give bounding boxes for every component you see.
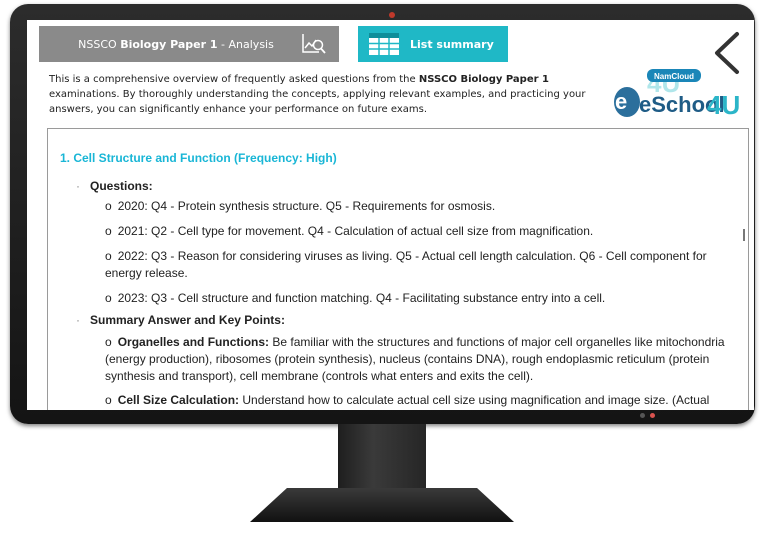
list-item: o 2021: Q2 - Cell type for movement. Q4 -… xyxy=(105,224,594,238)
eschool4u-logo: 4U e NamCloud eSchool 4U xyxy=(614,68,740,120)
section-heading: 1. Cell Structure and Function (Frequenc… xyxy=(60,151,337,165)
list-item: o 2022: Q3 - Reason for considering virus… xyxy=(105,249,707,280)
tab-list-summary[interactable]: List summary xyxy=(358,26,508,62)
list-item: o Organelles and Functions: Be familiar w… xyxy=(105,335,725,383)
tab-analysis-label: NSSCO Biology Paper 1 - Analysis xyxy=(78,37,274,51)
intro-text: This is a comprehensive overview of freq… xyxy=(49,74,586,115)
list-item: o 2023: Q3 - Cell structure and function … xyxy=(105,291,606,305)
summary-panel[interactable]: 1. Cell Structure and Function (Frequenc… xyxy=(47,128,749,410)
monitor-stand-base xyxy=(250,488,514,522)
monitor-frame: NSSCO Biology Paper 1 - Analysis List su… xyxy=(10,4,755,424)
chart-search-icon[interactable] xyxy=(301,32,327,56)
monitor-stand-neck xyxy=(338,424,426,490)
screen: NSSCO Biology Paper 1 - Analysis List su… xyxy=(27,20,754,410)
tab-list-summary-label: List summary xyxy=(410,37,494,51)
list-item: o 2020: Q4 - Protein synthesis structure.… xyxy=(105,199,496,213)
status-lights xyxy=(640,413,655,418)
svg-text:NamCloud: NamCloud xyxy=(654,72,694,81)
questions-label: · Questions: xyxy=(76,179,153,193)
camera-dot xyxy=(389,12,395,18)
table-icon xyxy=(369,33,399,55)
svg-text:4U: 4U xyxy=(707,90,740,120)
list-item: o Cell Size Calculation: Understand how t… xyxy=(105,393,710,407)
svg-text:e: e xyxy=(615,89,627,114)
tab-analysis[interactable]: NSSCO Biology Paper 1 - Analysis xyxy=(39,26,339,62)
summary-label: · Summary Answer and Key Points: xyxy=(76,313,285,327)
scrollbar[interactable] xyxy=(743,229,745,241)
